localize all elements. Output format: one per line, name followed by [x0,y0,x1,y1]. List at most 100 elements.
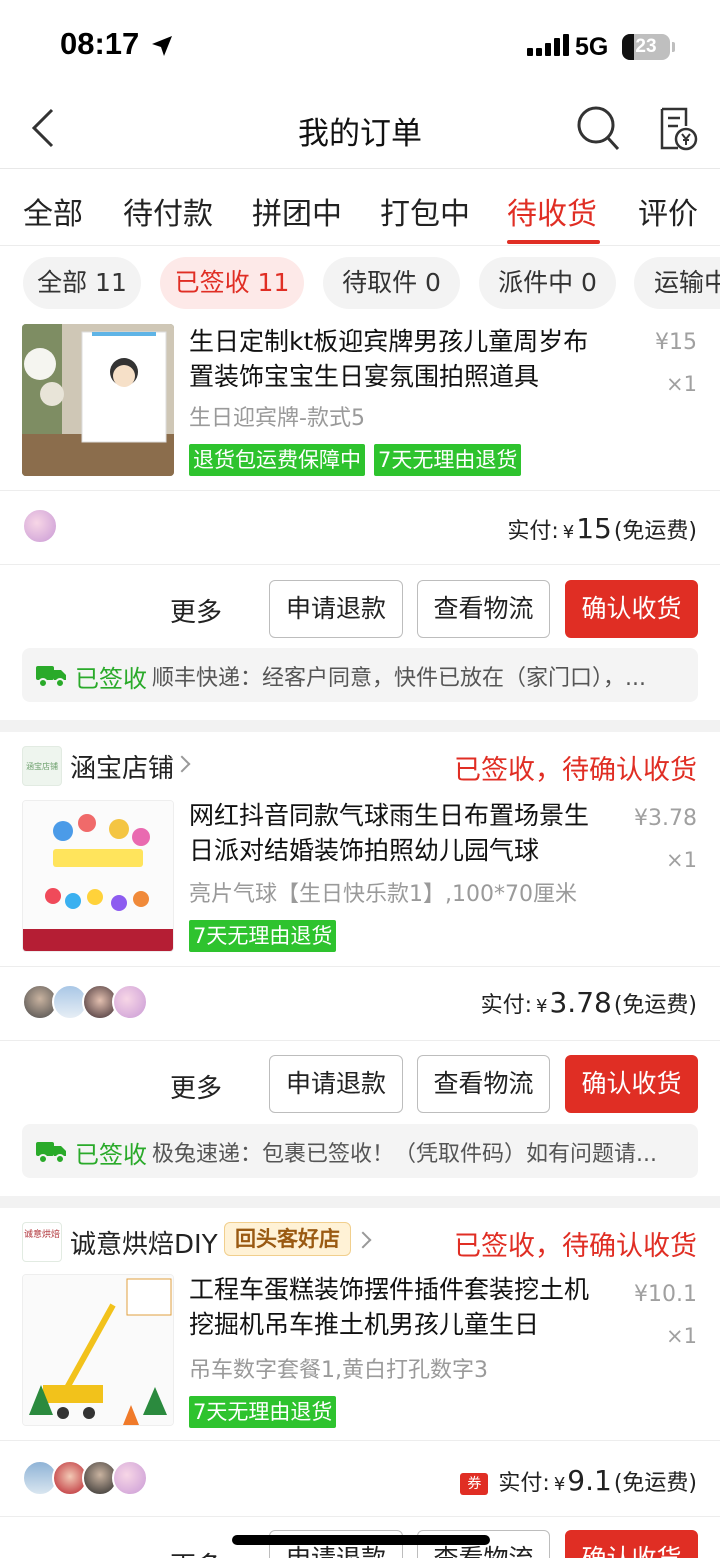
chip-awaiting-pickup[interactable]: 待取件 0 [323,257,460,309]
chevron-right-icon [173,755,191,773]
view-logistics-button[interactable]: 查看物流 [417,1055,550,1113]
shop-header[interactable]: 涵宝店铺 涵宝店铺 已签收，待确认收货 [0,732,720,800]
order-status: 已签收，待确认收货 [454,1231,697,1262]
seven-day-return-tag: 7天无理由退货 [189,920,337,952]
product-tags: 7天无理由退货 [189,920,337,952]
product-image [22,324,174,476]
status-bar: 08:17 5G 23 [0,0,720,96]
search-icon[interactable] [575,104,621,152]
bill-yen-icon[interactable] [656,106,698,152]
product-quantity: ×1 [666,848,697,872]
buyer-avatars [22,508,58,544]
divider [0,1516,720,1517]
confirm-receipt-button[interactable]: 确认收货 [565,1055,698,1113]
confirm-receipt-button[interactable]: 确认收货 [565,1530,698,1558]
confirm-receipt-button[interactable]: 确认收货 [565,580,698,638]
logistics-summary[interactable]: 已签收 极兔速递：包裹已签收！（凭取件码）如有问题请... [22,1124,698,1178]
amount-paid: 实付: ¥ 3.78 (免运费) [481,986,697,1019]
product-title[interactable]: 工程车蛋糕装饰摆件插件套装挖土机挖掘机吊车推土机男孩儿童生日 [189,1272,609,1342]
shop-logo: 诚意烘焙 [22,1222,62,1262]
shop-logo: 涵宝店铺 [22,746,62,786]
divider [0,564,720,565]
logistics-text: 极兔速递：包裹已签收！（凭取件码）如有问题请... [152,1142,657,1167]
buyer-avatars [22,984,148,1020]
tab-all[interactable]: 全部 [23,189,83,233]
currency-symbol: ¥ [536,996,548,1017]
tab-packing[interactable]: 打包中 [380,189,470,233]
chip-delivering[interactable]: 派件中 0 [479,257,616,309]
order-card: 生日定制kt板迎宾牌男孩儿童周岁布置装饰宝宝生日宴氛围拍照道具 生日迎宾牌-款式… [0,320,720,720]
paid-label: 实付: [480,993,533,1018]
battery-tip [672,42,675,52]
truck-icon [36,666,66,688]
amount-paid: 券 实付: ¥ 9.1 (免运费) [460,1464,697,1497]
order-tabs: 全部 待付款 拼团中 打包中 待收货 评价 [0,168,720,246]
buyer-avatars [22,1460,148,1496]
product-thumbnail[interactable] [22,324,174,476]
product-title[interactable]: 网红抖音同款气球雨生日布置场景生日派对结婚装饰拍照幼儿园气球 [189,798,609,868]
logistics-text: 顺丰快递：经客户同意，快件已放在（家门口），... [152,666,646,691]
paid-amount: 15 [576,512,612,545]
divider [0,966,720,967]
active-tab-underline [507,240,600,244]
chip-all[interactable]: 全部 11 [23,257,141,309]
currency-symbol: ¥ [553,1474,566,1495]
tab-to-receive[interactable]: 待收货 [507,189,597,233]
product-thumbnail[interactable] [22,800,174,952]
paid-amount: 9.1 [567,1464,612,1497]
tab-pending-payment[interactable]: 待付款 [123,189,213,233]
paid-label: 实付: [507,519,559,544]
network-label: 5G [575,33,609,61]
product-price: ¥15 [655,330,697,355]
free-return-shipping-tag: 退货包运费保障中 [189,444,365,476]
view-logistics-button[interactable]: 查看物流 [417,580,550,638]
more-button[interactable]: 更多 [170,592,222,629]
avatar [112,984,148,1020]
tab-group-buy[interactable]: 拼团中 [252,189,342,233]
tab-review[interactable]: 评价 [638,189,698,233]
currency-symbol: ¥ [562,522,575,543]
shipping-note: (免运费) [613,519,697,544]
order-card: 涵宝店铺 涵宝店铺 已签收，待确认收货 网红抖音同款气球雨生日布置场景生日派对结… [0,732,720,1196]
shop-header[interactable]: 诚意烘焙 诚意烘焙DIY 回头客好店 已签收，待确认收货 [0,1208,720,1276]
request-refund-button[interactable]: 申请退款 [269,1055,403,1113]
coupon-icon: 券 [460,1473,489,1495]
product-price: ¥3.78 [634,806,697,831]
avatar [22,508,58,544]
product-image [23,801,173,951]
battery-icon: 23 [622,34,670,60]
product-title[interactable]: 生日定制kt板迎宾牌男孩儿童周岁布置装饰宝宝生日宴氛围拍照道具 [189,324,609,394]
request-refund-button[interactable]: 申请退款 [269,580,403,638]
avatar [112,1460,148,1496]
shipping-note: (免运费) [613,993,697,1018]
logistics-summary[interactable]: 已签收 顺丰快递：经客户同意，快件已放在（家门口），... [22,648,698,702]
chip-in-transit[interactable]: 运输中 [634,257,720,309]
signal-icon [527,34,569,56]
truck-icon [36,1142,66,1164]
product-spec: 亮片气球【生日快乐款1】,100*70厘米 [189,882,577,907]
shipping-note: (免运费) [613,1471,697,1496]
divider [0,490,720,491]
status-filter-chips: 全部 11 已签收 11 待取件 0 派件中 0 运输中 [0,246,720,320]
divider [0,1440,720,1441]
amount-paid: 实付: ¥ 15 (免运费) [507,512,697,545]
product-thumbnail[interactable] [22,1274,174,1426]
chip-signed[interactable]: 已签收 11 [160,257,304,309]
location-arrow-icon [152,36,172,56]
shop-name[interactable]: 诚意烘焙DIY [70,1224,218,1261]
nav-bar: 我的订单 [0,96,720,168]
order-status: 已签收，待确认收货 [454,755,697,786]
product-price: ¥10.1 [634,1282,697,1307]
product-quantity: ×1 [666,372,697,396]
product-spec: 吊车数字套餐1,黄白打孔数字3 [189,1358,488,1383]
product-spec: 生日迎宾牌-款式5 [189,406,365,431]
more-button[interactable]: 更多 [170,1546,222,1558]
home-indicator[interactable] [232,1535,490,1545]
product-tags: 7天无理由退货 [189,1396,337,1428]
shop-name[interactable]: 涵宝店铺 [70,748,174,785]
more-button[interactable]: 更多 [170,1068,222,1105]
seven-day-return-tag: 7天无理由退货 [189,1396,337,1428]
logistics-status: 已签收 [75,1141,147,1169]
seven-day-return-tag: 7天无理由退货 [374,444,522,476]
product-image [23,1275,173,1425]
